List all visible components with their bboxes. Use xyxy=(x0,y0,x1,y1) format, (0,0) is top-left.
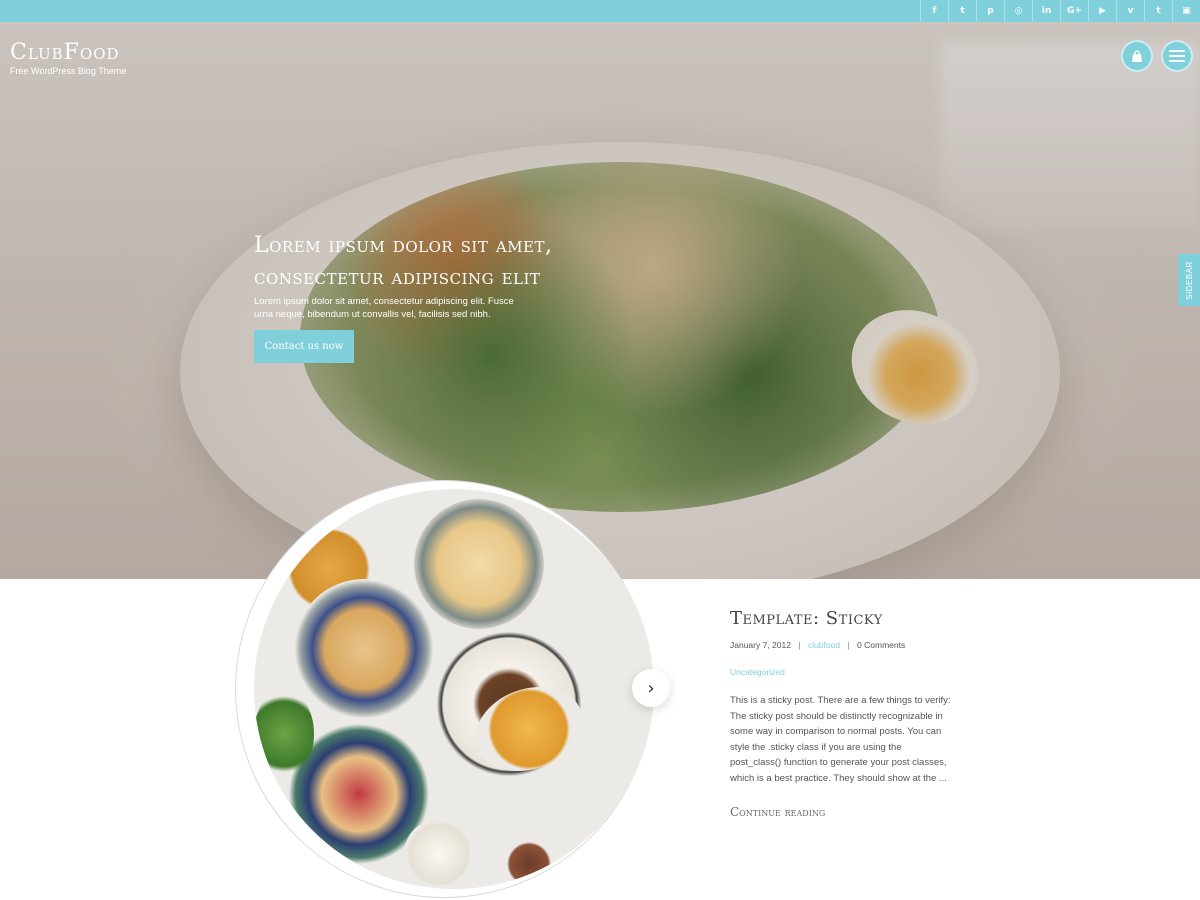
hero-section xyxy=(0,22,1200,579)
contact-us-button[interactable]: Contact us now xyxy=(254,330,354,363)
granola-bowl-image xyxy=(504,839,554,889)
post-excerpt: This is a sticky post. There are a few t… xyxy=(730,695,951,784)
menu-button[interactable] xyxy=(1161,40,1193,72)
facebook-icon[interactable]: f xyxy=(920,0,948,22)
twitter-icon[interactable]: t xyxy=(948,0,976,22)
sidebar-toggle[interactable]: SIDEBAR xyxy=(1178,254,1200,306)
cart-button[interactable] xyxy=(1121,40,1153,72)
hamburger-menu-icon xyxy=(1169,47,1185,65)
carousel-next-button[interactable]: › xyxy=(632,669,670,707)
herbs-image xyxy=(254,689,314,779)
post-date[interactable]: January 7, 2012 xyxy=(730,640,791,650)
hero-subtitle: Lorem ipsum dolor sit amet, consectetur … xyxy=(254,296,514,320)
sidebar-toggle-label: SIDEBAR xyxy=(1184,260,1194,300)
post-author[interactable]: clubfood xyxy=(808,640,840,650)
linkedin-icon[interactable]: in xyxy=(1032,0,1060,22)
top-social-bar: f t p ◎ in G+ ▶ v t ▣ xyxy=(0,0,1200,22)
google-plus-icon[interactable]: G+ xyxy=(1060,0,1088,22)
continue-reading-link[interactable]: Continue reading xyxy=(730,805,825,819)
oatmeal-bowl-image xyxy=(294,579,434,719)
chevron-right-icon: › xyxy=(647,677,655,699)
site-tagline: Free WordPress Blog Theme xyxy=(10,66,127,76)
post-title[interactable]: Template: Sticky xyxy=(730,608,883,629)
hero-overlay xyxy=(0,22,1200,579)
porridge-bowl-image xyxy=(414,499,544,629)
pinterest-icon[interactable]: p xyxy=(976,0,1004,22)
site-name[interactable]: ClubFood xyxy=(10,40,126,65)
meta-separator: | xyxy=(798,640,801,650)
hero-title: Lorem ipsum dolor sit amet, consectetur … xyxy=(254,233,553,290)
tumblr-icon[interactable]: t xyxy=(1144,0,1172,22)
featured-image[interactable] xyxy=(254,489,654,889)
post-meta: January 7, 2012 | clubfood | 0 Comments xyxy=(730,640,905,650)
post-category[interactable]: Uncategorized xyxy=(730,667,785,677)
site-logo[interactable]: ClubFood Free WordPress Blog Theme xyxy=(10,40,126,76)
post-comments-link[interactable]: 0 Comments xyxy=(857,640,905,650)
social-links: f t p ◎ in G+ ▶ v t ▣ xyxy=(920,0,1200,22)
vimeo-icon[interactable]: v xyxy=(1116,0,1144,22)
milk-jug-image xyxy=(404,819,474,889)
instagram-icon[interactable]: ◎ xyxy=(1004,0,1032,22)
shopping-bag-icon xyxy=(1132,49,1142,62)
youtube-icon[interactable]: ▶ xyxy=(1088,0,1116,22)
meta-separator: | xyxy=(847,640,850,650)
flickr-icon[interactable]: ▣ xyxy=(1172,0,1200,22)
